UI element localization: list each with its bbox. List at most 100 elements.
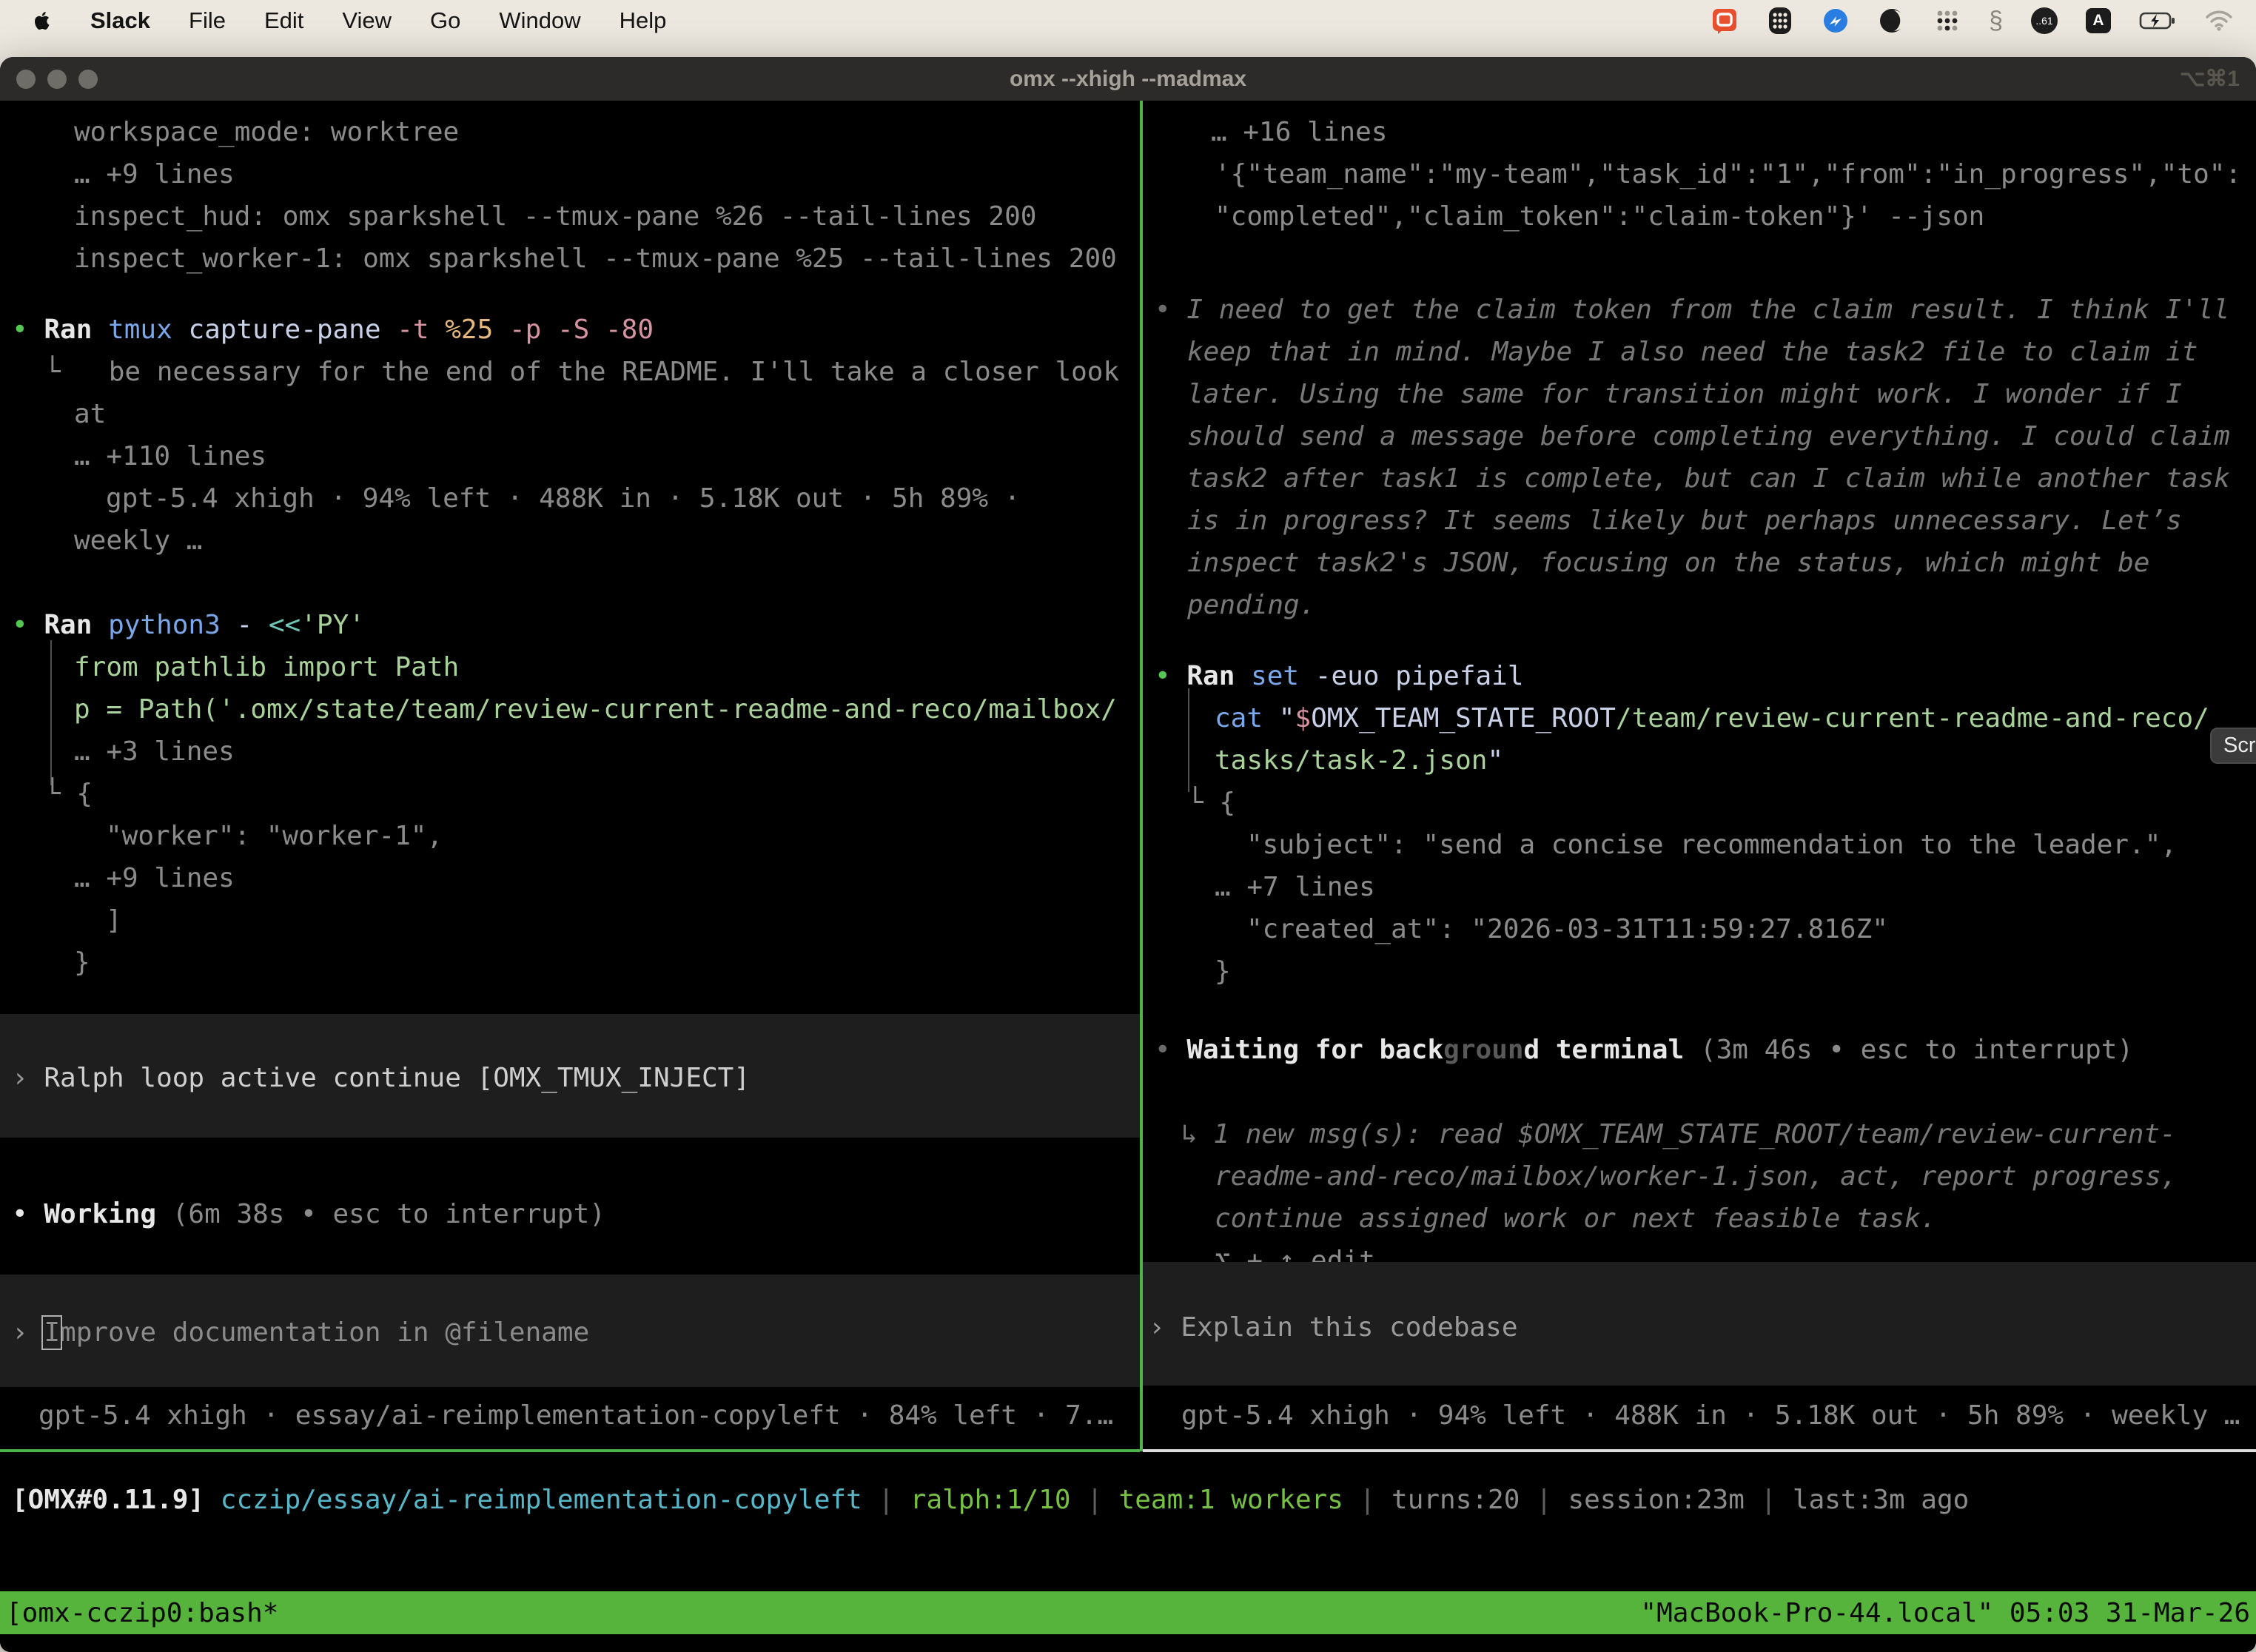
hook-icon[interactable]: § [1989, 4, 2003, 37]
menu-item-app[interactable]: Slack [90, 7, 150, 34]
terminal-block: • Working (6m 38s • esc to interrupt) [0, 1193, 1140, 1235]
text-segment: | [1087, 1485, 1118, 1515]
terminal-line: └ { [0, 773, 1140, 815]
menu-items: File Edit View Go Window Help [189, 7, 666, 34]
text-segment: gpt-5.4 xhigh · essay/ai-reimplementatio… [38, 1400, 1113, 1431]
text-segment: set [1251, 661, 1315, 691]
text-segment: -p -S -80 [509, 315, 654, 345]
terminal-line: • Waiting for background terminal (3m 46… [1143, 1029, 2256, 1071]
text-segment: › [12, 1317, 44, 1348]
terminal-window: omx --xhigh --madmax ⌥⌘1 workspace_mode:… [0, 57, 2256, 1652]
terminal-line: cat "$OMX_TEAM_STATE_ROOT/team/review-cu… [1143, 697, 2256, 739]
left-terminal-pane[interactable]: workspace_mode: worktree … +9 lines inspec… [0, 101, 1140, 1449]
terminal-line: ↳ 1 new msg(s): read $OMX_TEAM_STATE_ROO… [1143, 1113, 2256, 1155]
right-pane-bottom-border [1143, 1449, 2256, 1452]
menu-item-go[interactable]: Go [430, 7, 460, 34]
text-segment: Ran [44, 315, 108, 345]
terminal-block: • Ran set -euo pipefailcat "$OMX_TEAM_ST… [1143, 655, 2256, 993]
text-segment: inspect_worker-1: omx sparkshell --tmux-… [74, 244, 1117, 274]
terminal-block: • Ran tmux capture-pane -t %25 -p -S -80… [0, 309, 1140, 562]
terminal-block: › Explain this codebase [1143, 1306, 2256, 1349]
text-segment: tasks/task-2.json [1215, 745, 1487, 776]
terminal-line: … +110 lines [0, 435, 1140, 477]
messenger-icon[interactable] [1822, 4, 1850, 37]
battery-icon[interactable] [2139, 4, 2176, 37]
text-segment: ] [106, 905, 122, 936]
grid-shield-icon[interactable] [1767, 4, 1793, 37]
text-segment: └ { [1187, 788, 1235, 818]
minimize-button[interactable] [47, 70, 67, 89]
text-segment: from pathlib import Path [74, 652, 459, 682]
terminal-line: tasks/task-2.json" [1143, 739, 2256, 782]
wifi-icon[interactable] [2204, 4, 2234, 37]
dots-grid-icon[interactable] [1934, 4, 1961, 37]
text-segment: [OMX#0.11.9] [12, 1485, 221, 1515]
terminal-line: › Explain this codebase [1143, 1306, 2256, 1349]
tmux-session-label: [omx-cczip0:bash* [6, 1598, 278, 1628]
terminal-line: task2 after task1 is complete, but can I… [1143, 457, 2256, 500]
text-segment: Explain this codebase [1181, 1312, 1517, 1343]
text-segment: | [1761, 1485, 1793, 1515]
zoom-button[interactable] [78, 70, 98, 89]
terminal-line: … +9 lines [0, 857, 1140, 899]
terminal-line: • I need to get the claim token from the… [1143, 289, 2256, 331]
text-segment: $ [1295, 703, 1311, 733]
badge-61-label: ..61 [2031, 7, 2058, 34]
terminal-line: weekly … [0, 520, 1140, 562]
text-segment: • [1155, 661, 1186, 691]
terminal-line: at [0, 393, 1140, 435]
badge-61-icon[interactable]: ..61 [2031, 4, 2058, 37]
text-segment: workspace_mode: worktree [74, 117, 459, 147]
tmux-status-bar: [omx-cczip0:bash* "MacBook-Pro-44.local"… [0, 1591, 2256, 1634]
text-segment: } [1215, 956, 1231, 987]
apple-menu-icon[interactable] [30, 4, 52, 37]
terminal-line: • Ran set -euo pipefail [1143, 655, 2256, 697]
menu-item-file[interactable]: File [189, 7, 226, 34]
text-segment: › [1149, 1312, 1181, 1343]
text-segment: • [12, 610, 44, 640]
text-segment: weekly … [74, 526, 202, 556]
text-segment: later. Using the same for transition mig… [1187, 379, 2182, 409]
text-segment: should send a message before completing … [1187, 421, 2230, 451]
terminal-line: pending. [1143, 584, 2256, 626]
terminal-block: • Ran python3 - <<'PY' from pathlib impor… [0, 604, 1140, 984]
terminal-block: ↳ 1 new msg(s): read $OMX_TEAM_STATE_ROO… [1143, 1113, 2256, 1282]
text-segment: << [269, 610, 301, 640]
chat-app-icon[interactable] [1711, 4, 1739, 37]
close-button[interactable] [16, 70, 36, 89]
text-segment: "created_at": "2026-03-31T11:59:27.816Z" [1246, 914, 1888, 944]
terminal-line: └ be necessary for the end of the README… [0, 351, 1140, 393]
text-segment: … +7 lines [1215, 872, 1375, 902]
terminal-line: from pathlib import Path [0, 646, 1140, 688]
terminal-line: … +7 lines [1143, 866, 2256, 908]
menu-item-window[interactable]: Window [499, 7, 580, 34]
terminal-line: workspace_mode: worktree [0, 111, 1140, 153]
text-segment: cczip/essay/ai-reimplementation-copyleft [221, 1485, 879, 1515]
text-segment: p = Path('.omx/state/team/review-current… [74, 694, 1117, 725]
text-segment: Waiting for back [1186, 1035, 1443, 1065]
terminal-line: • Ran python3 - <<'PY' [0, 604, 1140, 646]
terminal-line: └ { [1143, 782, 2256, 824]
menu-item-view[interactable]: View [342, 7, 392, 34]
menu-item-help[interactable]: Help [620, 7, 667, 34]
terminal-line: › Ralph loop active continue [OMX_TMUX_I… [0, 1057, 1140, 1099]
menu-item-edit[interactable]: Edit [264, 7, 303, 34]
terminal-block: gpt-5.4 xhigh · 94% left · 488K in · 5.1… [1143, 1394, 2256, 1437]
right-terminal-pane[interactable]: … +16 lines'{"team_name":"my-team","task… [1143, 101, 2256, 1449]
terminal-line: } [0, 941, 1140, 984]
terminal-line: • Working (6m 38s • esc to interrupt) [0, 1193, 1140, 1235]
terminal-line: inspect_worker-1: omx sparkshell --tmux-… [0, 238, 1140, 280]
omx-status-line: [OMX#0.11.9] cczip/essay/ai-reimplementa… [0, 1479, 2256, 1521]
text-segment: d terminal [1524, 1035, 1700, 1065]
text-segment: keep that in mind. Maybe I also need the… [1187, 337, 2198, 367]
terminal-line: … +3 lines [0, 731, 1140, 773]
moon-app-icon[interactable] [1878, 4, 1906, 37]
menu-bar: Slack File Edit View Go Window Help [0, 0, 2256, 41]
text-segment: "completed","claim_token":"claim-token"}… [1215, 201, 1984, 232]
text-segment: (6m 38s • esc to interrupt) [172, 1199, 605, 1229]
text-segment: "worker": "worker-1", [106, 821, 443, 851]
terminal-line: • Ran tmux capture-pane -t %25 -p -S -80 [0, 309, 1140, 351]
text-segment: /team/review-current-readme-and-reco/ [1616, 703, 2209, 733]
text-segment: … +16 lines [1211, 117, 1387, 147]
input-source-icon[interactable]: A [2086, 4, 2111, 37]
